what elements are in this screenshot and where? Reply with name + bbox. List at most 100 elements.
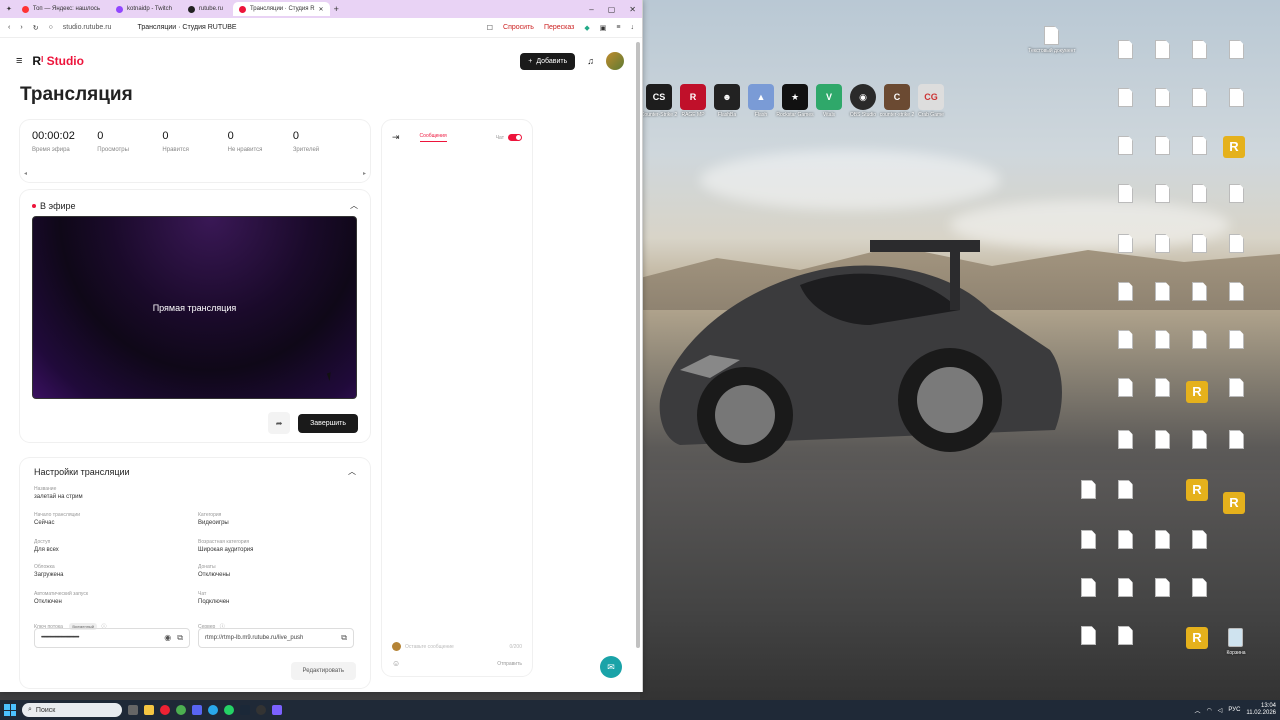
desktop-file-icon[interactable] (1108, 430, 1144, 472)
desktop-file-icon[interactable] (1108, 136, 1144, 178)
send-button[interactable]: Отправить (497, 661, 522, 667)
browser-tab-active[interactable]: Трансляции · Студия R ✕ (232, 2, 330, 16)
rutube-studio-logo[interactable]: Rᴵ Studio (32, 54, 84, 68)
server-input[interactable]: rtmp://rtmp-lb.m9.rutube.ru/live_push ⧉ (198, 628, 354, 648)
desktop-app-8[interactable]: CG Crab Game (918, 84, 944, 118)
desktop-file-icon[interactable] (1182, 88, 1218, 130)
launcher-r-icon[interactable]: R (1223, 136, 1245, 158)
app-icon[interactable] (272, 705, 282, 715)
launcher-r-icon[interactable]: R (1186, 479, 1208, 501)
desktop-file-icon[interactable] (1219, 430, 1255, 472)
telegram-icon[interactable] (208, 705, 218, 715)
extension-icon[interactable]: ▣ (600, 24, 607, 32)
volume-icon[interactable]: ◁ (1218, 707, 1223, 714)
bookmark-icon[interactable]: ☐ (487, 24, 493, 32)
live-player[interactable]: Прямая трансляция (32, 216, 357, 399)
desktop-app-3[interactable]: ▲ Flash (748, 84, 774, 118)
discord-icon[interactable] (192, 705, 202, 715)
desktop-file-icon[interactable] (1108, 480, 1144, 522)
desktop-file-icon[interactable] (1108, 626, 1144, 668)
desktop-file-icon[interactable] (1182, 578, 1218, 620)
desktop-app-0[interactable]: CS Counter-Strike 2 (641, 84, 677, 118)
desktop-file-icon[interactable] (1182, 282, 1218, 324)
desktop-file-icon[interactable] (1145, 282, 1181, 324)
desktop-file-icon[interactable] (1145, 234, 1181, 276)
tab-close-icon[interactable]: ✕ (319, 6, 324, 13)
chevron-up-icon[interactable]: ︿ (350, 200, 358, 211)
desktop-file-icon[interactable] (1108, 530, 1144, 572)
desktop-app-2[interactable]: ☻ FlashBa (714, 84, 740, 118)
maximize-icon[interactable]: ▢ (608, 5, 616, 14)
steam-icon[interactable] (240, 705, 250, 715)
add-button[interactable]: + Добавить (520, 52, 576, 70)
emoji-icon[interactable]: ☺ (392, 659, 400, 668)
ask-button[interactable]: Спросить (503, 24, 534, 31)
download-icon[interactable]: ↓ (631, 24, 635, 31)
desktop-file-icon[interactable] (1145, 136, 1181, 178)
desktop-app-6[interactable]: ◉ OBS Studio (850, 84, 876, 118)
scrollbar[interactable] (636, 42, 640, 648)
minimize-icon[interactable]: – (589, 5, 593, 14)
desktop-file-icon[interactable] (1219, 378, 1255, 420)
desktop-file-icon[interactable] (1145, 578, 1181, 620)
desktop-file-icon[interactable] (1108, 88, 1144, 130)
launcher-r-icon[interactable]: R (1186, 381, 1208, 403)
desktop-file-icon[interactable] (1219, 282, 1255, 324)
whatsapp-icon[interactable] (224, 705, 234, 715)
desktop-file-icon[interactable] (1182, 136, 1218, 178)
url-field[interactable]: studio.rutube.ru (63, 24, 112, 31)
desktop-file-icon[interactable] (1108, 40, 1144, 82)
shield-icon[interactable]: ◆ (584, 24, 589, 32)
chat-toggle[interactable] (508, 134, 522, 141)
language-indicator[interactable]: РУС (1228, 707, 1240, 713)
desktop-file-icon[interactable] (1219, 40, 1255, 82)
desktop-app-7[interactable]: C counter-strike 2 (880, 84, 914, 118)
desktop-file[interactable]: Текстовый документ (1028, 26, 1076, 68)
back-icon[interactable]: ‹ (8, 24, 10, 31)
desktop-file-icon[interactable] (1145, 330, 1181, 372)
desktop-file-icon[interactable] (1071, 578, 1107, 620)
taskbar-search[interactable]: ⌕ Поиск (22, 703, 122, 717)
desktop-file-icon[interactable] (1219, 88, 1255, 130)
desktop-app-1[interactable]: R RAGE MP (680, 84, 706, 118)
desktop-file-icon[interactable] (1182, 234, 1218, 276)
tray-chevron-icon[interactable]: ︿ (1195, 706, 1201, 715)
support-chat-button[interactable]: ✉ (600, 656, 622, 678)
recycle-bin[interactable]: Корзина (1218, 628, 1254, 670)
desktop-file-icon[interactable] (1071, 480, 1107, 522)
copy-icon[interactable]: ⧉ (177, 633, 183, 643)
desktop-file-icon[interactable] (1071, 530, 1107, 572)
browser-icon[interactable] (160, 705, 170, 715)
taskview-icon[interactable] (128, 705, 138, 715)
end-stream-button[interactable]: Завершить (298, 413, 358, 433)
launcher-r-icon[interactable]: R (1223, 492, 1245, 514)
desktop-file-icon[interactable] (1145, 530, 1181, 572)
desktop-app-5[interactable]: V Vitals (816, 84, 842, 118)
desktop-file-icon[interactable] (1219, 234, 1255, 276)
scroll-right-icon[interactable]: ▸ (363, 170, 366, 177)
edit-button[interactable]: Редактировать (290, 662, 356, 680)
desktop-file-icon[interactable] (1219, 184, 1255, 226)
browser-tab[interactable]: rutube.ru (182, 2, 229, 16)
launcher-r-icon[interactable]: R (1186, 627, 1208, 649)
desktop-file-icon[interactable] (1145, 430, 1181, 472)
chrome-icon[interactable] (176, 705, 186, 715)
desktop-file-icon[interactable] (1108, 378, 1144, 420)
browser-menu-icon[interactable]: ✦ (6, 5, 12, 13)
share-button[interactable]: ➦ (268, 412, 291, 434)
desktop-file-icon[interactable] (1145, 378, 1181, 420)
summary-button[interactable]: Пересказ (544, 24, 574, 31)
chat-input[interactable]: Оставьте сообщение (405, 644, 454, 650)
browser-tab[interactable]: kotnaidp - Twitch (110, 2, 178, 16)
wifi-icon[interactable]: ◠ (1207, 707, 1212, 714)
collapse-chat-icon[interactable]: ⇥ (392, 132, 400, 143)
desktop-file-icon[interactable] (1071, 626, 1107, 668)
desktop-file-icon[interactable] (1145, 184, 1181, 226)
stream-key-input[interactable]: •••••••••••••••••••••••••••••••••• ◉ ⧉ (34, 628, 190, 648)
desktop-file-icon[interactable] (1182, 430, 1218, 472)
settings-icon[interactable]: ≡ (616, 24, 620, 31)
desktop-file-icon[interactable] (1108, 234, 1144, 276)
explorer-icon[interactable] (144, 705, 154, 715)
copy-icon[interactable]: ⧉ (341, 633, 347, 643)
desktop-file-icon[interactable] (1219, 330, 1255, 372)
